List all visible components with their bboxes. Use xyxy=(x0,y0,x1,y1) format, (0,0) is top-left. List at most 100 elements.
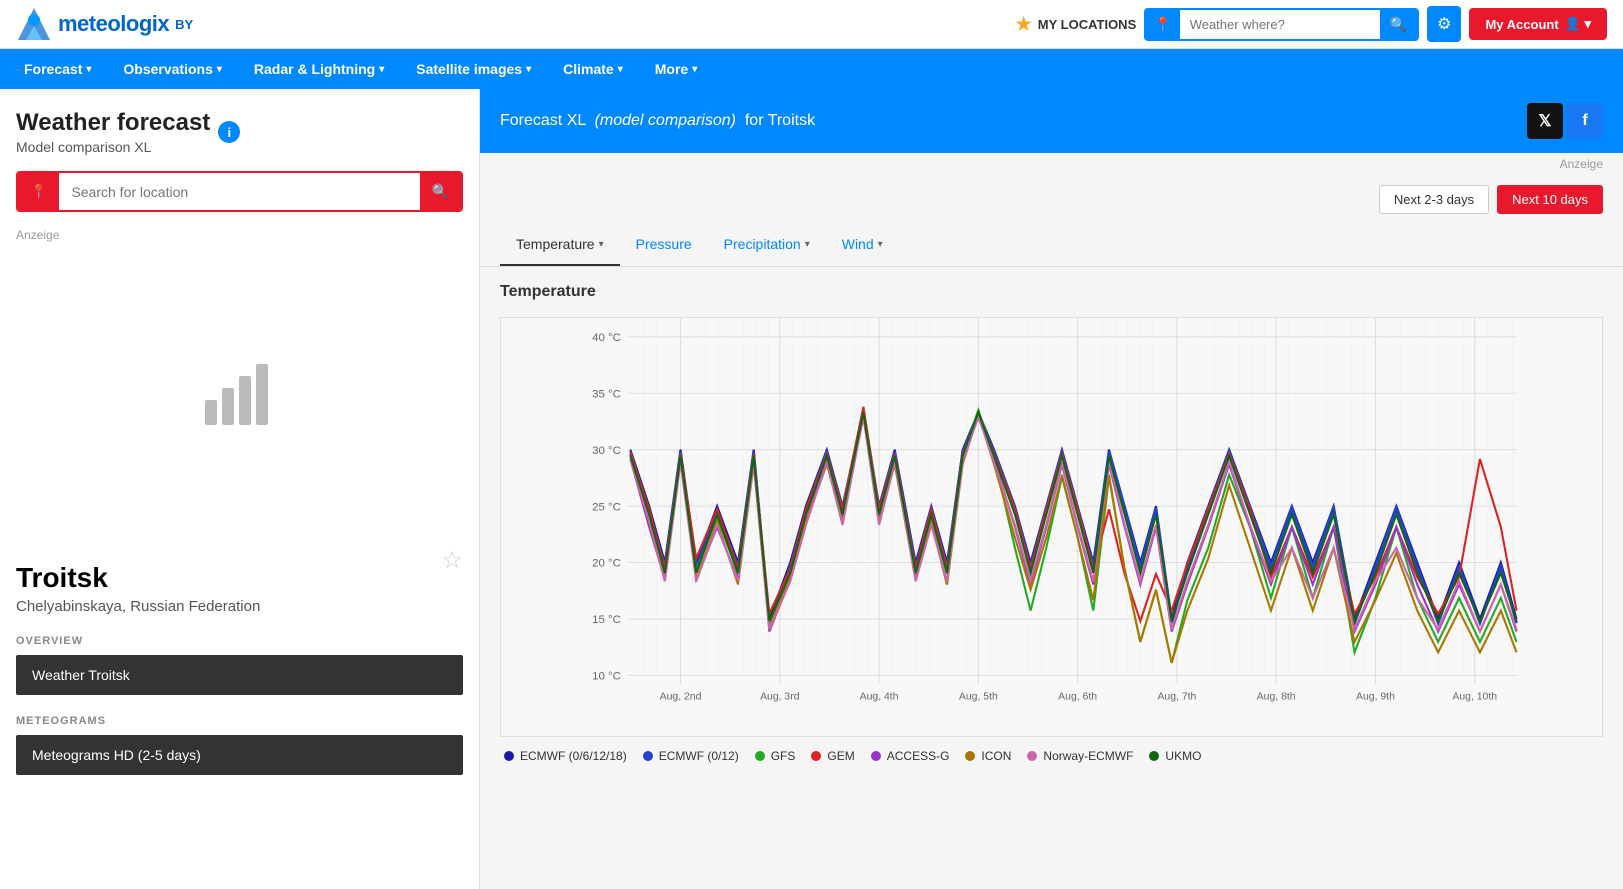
svg-text:35 °C: 35 °C xyxy=(592,388,621,400)
legend-ecmwf-0-12: ECMWF (0/12) xyxy=(643,749,739,763)
chart-title: Temperature xyxy=(500,283,1603,301)
svg-text:10 °C: 10 °C xyxy=(592,671,621,683)
meteograms-hd-item[interactable]: Meteograms HD (2-5 days) xyxy=(16,735,463,775)
main-layout: Weather forecast Model comparison XL i 📍… xyxy=(0,89,1623,889)
svg-text:Aug, 8th: Aug, 8th xyxy=(1257,691,1296,702)
tab-temperature[interactable]: Temperature ▾ xyxy=(500,224,620,266)
logo-text: meteologix xyxy=(58,11,169,37)
satellite-caret: ▾ xyxy=(526,64,531,75)
wind-caret: ▾ xyxy=(878,239,883,250)
settings-button[interactable]: ⚙ xyxy=(1427,6,1461,42)
sidebar-title: Weather forecast xyxy=(16,109,210,137)
my-account-label: My Account xyxy=(1485,17,1558,32)
forecast-caret: ▾ xyxy=(86,64,91,75)
main-content: Forecast XL (model comparison) for Troit… xyxy=(480,89,1623,889)
legend-icon: ICON xyxy=(965,749,1011,763)
location-name: Troitsk xyxy=(16,562,260,594)
observations-caret: ▾ xyxy=(217,64,222,75)
star-icon: ★ xyxy=(1016,14,1032,35)
ad-placeholder xyxy=(16,250,463,530)
legend-gfs: GFS xyxy=(755,749,796,763)
svg-text:Aug, 2nd: Aug, 2nd xyxy=(660,691,702,702)
legend-dot-gfs xyxy=(755,751,765,761)
svg-text:Aug, 10th: Aug, 10th xyxy=(1452,691,1497,702)
legend-dot-ecmwf-0-12 xyxy=(643,751,653,761)
svg-text:Aug, 9th: Aug, 9th xyxy=(1356,691,1395,702)
my-account-button[interactable]: My Account 👤 ▾ xyxy=(1469,8,1607,40)
header-search-button[interactable]: 🔍 xyxy=(1380,10,1417,39)
next-2-3-days-button[interactable]: Next 2-3 days xyxy=(1379,185,1489,214)
chart-container: 40 °C 35 °C 30 °C 25 °C 20 °C 15 °C 10 °… xyxy=(500,317,1603,737)
header-right: ★ MY LOCATIONS 📍 🔍 ⚙ My Account 👤 ▾ xyxy=(1016,6,1607,42)
sidebar-search-input[interactable] xyxy=(59,174,419,210)
svg-text:Aug, 3rd: Aug, 3rd xyxy=(760,691,800,702)
main-nav: Forecast ▾ Observations ▾ Radar & Lightn… xyxy=(0,49,1623,89)
radar-caret: ▾ xyxy=(379,64,384,75)
logo-icon xyxy=(16,6,52,42)
nav-item-forecast[interactable]: Forecast ▾ xyxy=(8,49,107,89)
forecast-title-prefix: Forecast XL xyxy=(500,112,586,129)
twitter-button[interactable]: 𝕏 xyxy=(1527,103,1563,139)
my-locations-button[interactable]: ★ MY LOCATIONS xyxy=(1016,14,1137,35)
sidebar-search-button[interactable]: 🔍 xyxy=(420,173,461,210)
precipitation-caret: ▾ xyxy=(805,239,810,250)
header-search-bar: 📍 🔍 xyxy=(1144,8,1419,41)
svg-text:Aug, 7th: Aug, 7th xyxy=(1157,691,1196,702)
legend-ukmo: UKMO xyxy=(1149,749,1201,763)
legend-norway-ecmwf: Norway-ECMWF xyxy=(1027,749,1133,763)
legend-dot-gem xyxy=(811,751,821,761)
nav-item-climate[interactable]: Climate ▾ xyxy=(547,49,639,89)
user-icon: 👤 ▾ xyxy=(1565,16,1591,32)
location-row: Troitsk Chelyabinskaya, Russian Federati… xyxy=(16,546,463,615)
location-sub: Chelyabinskaya, Russian Federation xyxy=(16,598,260,615)
next-10-days-button[interactable]: Next 10 days xyxy=(1497,185,1603,214)
header-search-input[interactable] xyxy=(1180,11,1380,38)
legend-dot-ecmwf-0-6-12-18 xyxy=(504,751,514,761)
tab-wind[interactable]: Wind ▾ xyxy=(826,224,899,266)
weather-troitsk-item[interactable]: Weather Troitsk xyxy=(16,655,463,695)
header-location-pin-button[interactable]: 📍 xyxy=(1146,10,1179,39)
legend-gem: GEM xyxy=(811,749,854,763)
climate-caret: ▾ xyxy=(618,64,623,75)
svg-text:Aug, 5th: Aug, 5th xyxy=(959,691,998,702)
forecast-header-bar: Forecast XL (model comparison) for Troit… xyxy=(480,89,1623,153)
legend-access-g: ACCESS-G xyxy=(871,749,950,763)
favorite-star-icon[interactable]: ☆ xyxy=(441,546,463,575)
overview-section-label: OVERVIEW xyxy=(16,635,463,647)
forecast-title-suffix: for Troitsk xyxy=(745,112,815,129)
tab-pressure[interactable]: Pressure xyxy=(620,224,708,266)
sidebar-anzeige-label: Anzeige xyxy=(16,228,463,242)
top-header: meteologix BY ★ MY LOCATIONS 📍 🔍 ⚙ My Acc… xyxy=(0,0,1623,49)
tab-precipitation[interactable]: Precipitation ▾ xyxy=(708,224,826,266)
facebook-button[interactable]: f xyxy=(1567,103,1603,139)
svg-text:40 °C: 40 °C xyxy=(592,332,621,344)
nav-item-observations[interactable]: Observations ▾ xyxy=(107,49,238,89)
svg-text:Aug, 4th: Aug, 4th xyxy=(860,691,899,702)
temperature-caret: ▾ xyxy=(599,239,604,250)
svg-text:20 °C: 20 °C xyxy=(592,558,621,570)
logo-area: meteologix BY xyxy=(16,6,193,42)
legend-dot-icon xyxy=(965,751,975,761)
svg-text:30 °C: 30 °C xyxy=(592,445,621,457)
sidebar-title-row: Weather forecast Model comparison XL i xyxy=(16,109,463,155)
svg-text:15 °C: 15 °C xyxy=(592,614,621,626)
legend-dot-ukmo xyxy=(1149,751,1159,761)
logo-by: BY xyxy=(175,17,193,32)
svg-text:25 °C: 25 °C xyxy=(592,501,621,513)
chart-tabs: Temperature ▾ Pressure Precipitation ▾ W… xyxy=(480,224,1623,267)
sidebar-pin-button[interactable]: 📍 xyxy=(18,173,59,210)
nav-item-radar[interactable]: Radar & Lightning ▾ xyxy=(238,49,400,89)
social-buttons: 𝕏 f xyxy=(1527,103,1603,139)
chart-legend: ECMWF (0/6/12/18) ECMWF (0/12) GFS GEM A… xyxy=(500,749,1603,763)
nav-item-more[interactable]: More ▾ xyxy=(639,49,713,89)
forecast-title-middle: (model comparison) xyxy=(595,112,736,129)
period-bar: Next 2-3 days Next 10 days xyxy=(480,175,1623,224)
my-locations-label: MY LOCATIONS xyxy=(1038,17,1136,32)
more-caret: ▾ xyxy=(692,64,697,75)
info-icon[interactable]: i xyxy=(218,121,240,143)
legend-ecmwf-0-6-12-18: ECMWF (0/6/12/18) xyxy=(504,749,627,763)
sidebar-subtitle: Model comparison XL xyxy=(16,139,210,155)
svg-text:Aug, 6th: Aug, 6th xyxy=(1058,691,1097,702)
legend-dot-norway-ecmwf xyxy=(1027,751,1037,761)
nav-item-satellite[interactable]: Satellite images ▾ xyxy=(400,49,547,89)
